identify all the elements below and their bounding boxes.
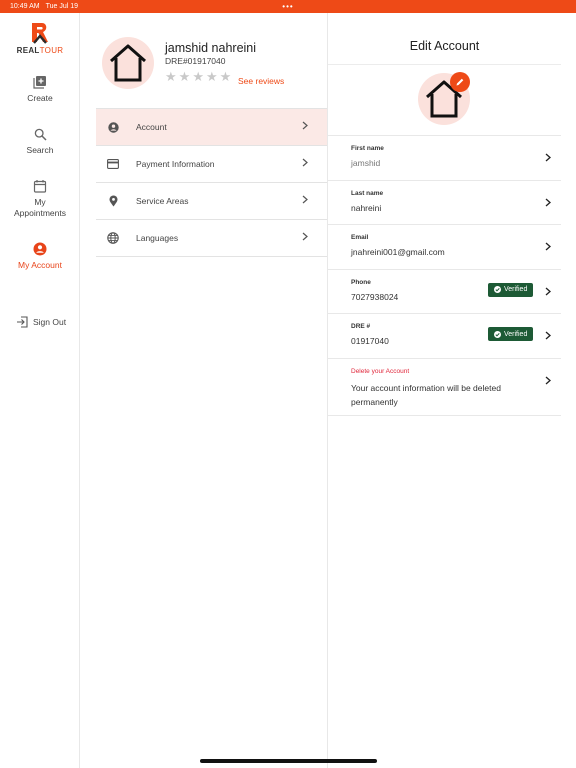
star-icon: ★ — [165, 69, 177, 84]
field-value: 01917040 — [351, 336, 389, 346]
add-box-icon — [33, 76, 46, 89]
rating-stars: ★ ★ ★ ★ ★ — [165, 69, 231, 85]
check-circle-icon — [494, 286, 501, 293]
globe-icon — [107, 232, 119, 244]
calendar-icon — [33, 180, 47, 193]
delete-account-row[interactable]: Delete your Account Your account informa… — [328, 359, 561, 416]
chevron-right-icon — [302, 158, 308, 167]
nav-search[interactable]: Search — [0, 128, 80, 155]
status-bar: 10:49 AM Tue Jul 19 ••• 100% — [0, 0, 576, 768]
home-indicator[interactable] — [200, 759, 377, 763]
menu-item-label: Payment Information — [136, 159, 215, 169]
nav-appointments-label: My Appointments — [14, 197, 66, 218]
account-menu-panel: jamshid nahreini DRE#01917040 ★ ★ ★ ★ ★ … — [96, 13, 328, 768]
nav-my-account[interactable]: My Account — [0, 242, 80, 270]
nav-create-label: Create — [27, 93, 53, 103]
field-label: Phone — [351, 278, 371, 286]
settings-menu: Account Payment Information Service Area… — [96, 108, 328, 257]
menu-item-label: Account — [136, 122, 167, 132]
brand-wordmark: REALTOUR — [16, 46, 64, 55]
chevron-right-icon — [545, 376, 551, 384]
logo-mark-icon — [32, 23, 48, 44]
nav-my-account-label: My Account — [18, 260, 62, 270]
menu-item-account[interactable]: Account — [96, 109, 328, 146]
field-value: nahreini — [351, 202, 382, 213]
nav-appointments[interactable]: My Appointments — [0, 179, 80, 219]
star-icon: ★ — [192, 69, 204, 84]
field-label: Email — [351, 234, 369, 241]
house-icon — [110, 44, 146, 82]
screen: 10:49 AM Tue Jul 19 ••• 100% REALTOUR Cr… — [0, 0, 576, 768]
chevron-right-icon — [302, 232, 308, 241]
account-icon — [107, 121, 119, 133]
field-label: DRE # — [351, 323, 371, 330]
star-icon: ★ — [205, 69, 218, 84]
field-first-name[interactable]: First name jamshid — [328, 136, 561, 181]
menu-item-languages[interactable]: Languages — [96, 220, 328, 257]
divider — [328, 64, 561, 65]
credit-card-icon — [107, 159, 119, 169]
realtour-logo[interactable]: REALTOUR — [0, 21, 80, 55]
delete-account-text: Your account information will be deleted… — [351, 382, 501, 407]
sign-out-icon — [17, 316, 28, 328]
field-value: 7027938024 — [351, 291, 399, 302]
field-value: jamshid — [351, 158, 381, 168]
chevron-right-icon — [545, 198, 551, 206]
nav-search-label: Search — [26, 145, 54, 155]
field-last-name[interactable]: Last name nahreini — [328, 181, 561, 225]
side-nav: REALTOUR Create Search My Appointments M… — [0, 13, 80, 768]
chevron-right-icon — [302, 121, 308, 130]
profile-dre: DRE#01917040 — [165, 56, 226, 66]
verified-label: Verified — [504, 286, 528, 293]
field-value: jnahreini001@gmail.com — [351, 247, 445, 257]
chevron-right-icon — [302, 195, 308, 204]
account-circle-icon — [33, 242, 47, 256]
see-reviews-link[interactable]: See reviews — [238, 76, 284, 86]
multitask-dots[interactable]: ••• — [282, 2, 293, 11]
chevron-right-icon — [545, 331, 551, 340]
menu-item-label: Service Areas — [136, 196, 189, 206]
field-email[interactable]: Email jnahreini001@gmail.com — [328, 225, 561, 270]
field-dre[interactable]: DRE # 01917040 Verified — [328, 314, 561, 359]
sign-out-label: Sign Out — [33, 317, 67, 327]
menu-item-payment[interactable]: Payment Information — [96, 146, 328, 183]
nav-create[interactable]: Create — [0, 75, 80, 103]
profile-avatar[interactable] — [102, 37, 154, 89]
verified-badge: Verified — [488, 282, 534, 297]
edit-photo-button[interactable] — [450, 72, 470, 92]
star-icon: ★ — [178, 69, 191, 84]
profile-name: jamshid nahreini — [165, 41, 257, 55]
profile-header: jamshid nahreini DRE#01917040 ★ ★ ★ ★ ★ … — [102, 37, 328, 97]
delete-account-label: Delete your Account — [351, 367, 410, 375]
edit-account-title: Edit Account — [409, 39, 480, 53]
menu-item-label: Languages — [136, 233, 179, 243]
status-date: Tue Jul 19 — [45, 3, 79, 10]
search-icon — [34, 128, 47, 141]
menu-item-service-areas[interactable]: Service Areas — [96, 183, 328, 220]
chevron-right-icon — [545, 242, 551, 251]
location-pin-icon — [109, 195, 117, 207]
field-label: Last name — [351, 189, 384, 197]
star-icon: ★ — [219, 69, 232, 84]
pencil-icon — [456, 78, 464, 86]
chevron-right-icon — [545, 287, 551, 295]
verified-badge: Verified — [488, 327, 534, 341]
sign-out-button[interactable]: Sign Out — [16, 316, 66, 328]
edit-account-panel: Edit Account First name jamshid Last nam… — [327, 13, 561, 768]
status-time: 10:49 AM — [10, 3, 40, 10]
chevron-right-icon — [545, 153, 551, 162]
account-fields: First name jamshid Last name nahreini Em… — [328, 135, 561, 416]
check-circle-icon — [494, 330, 501, 338]
field-label: First name — [351, 145, 384, 152]
verified-label: Verified — [504, 330, 528, 338]
field-phone[interactable]: Phone 7027938024 Verified — [328, 270, 561, 314]
